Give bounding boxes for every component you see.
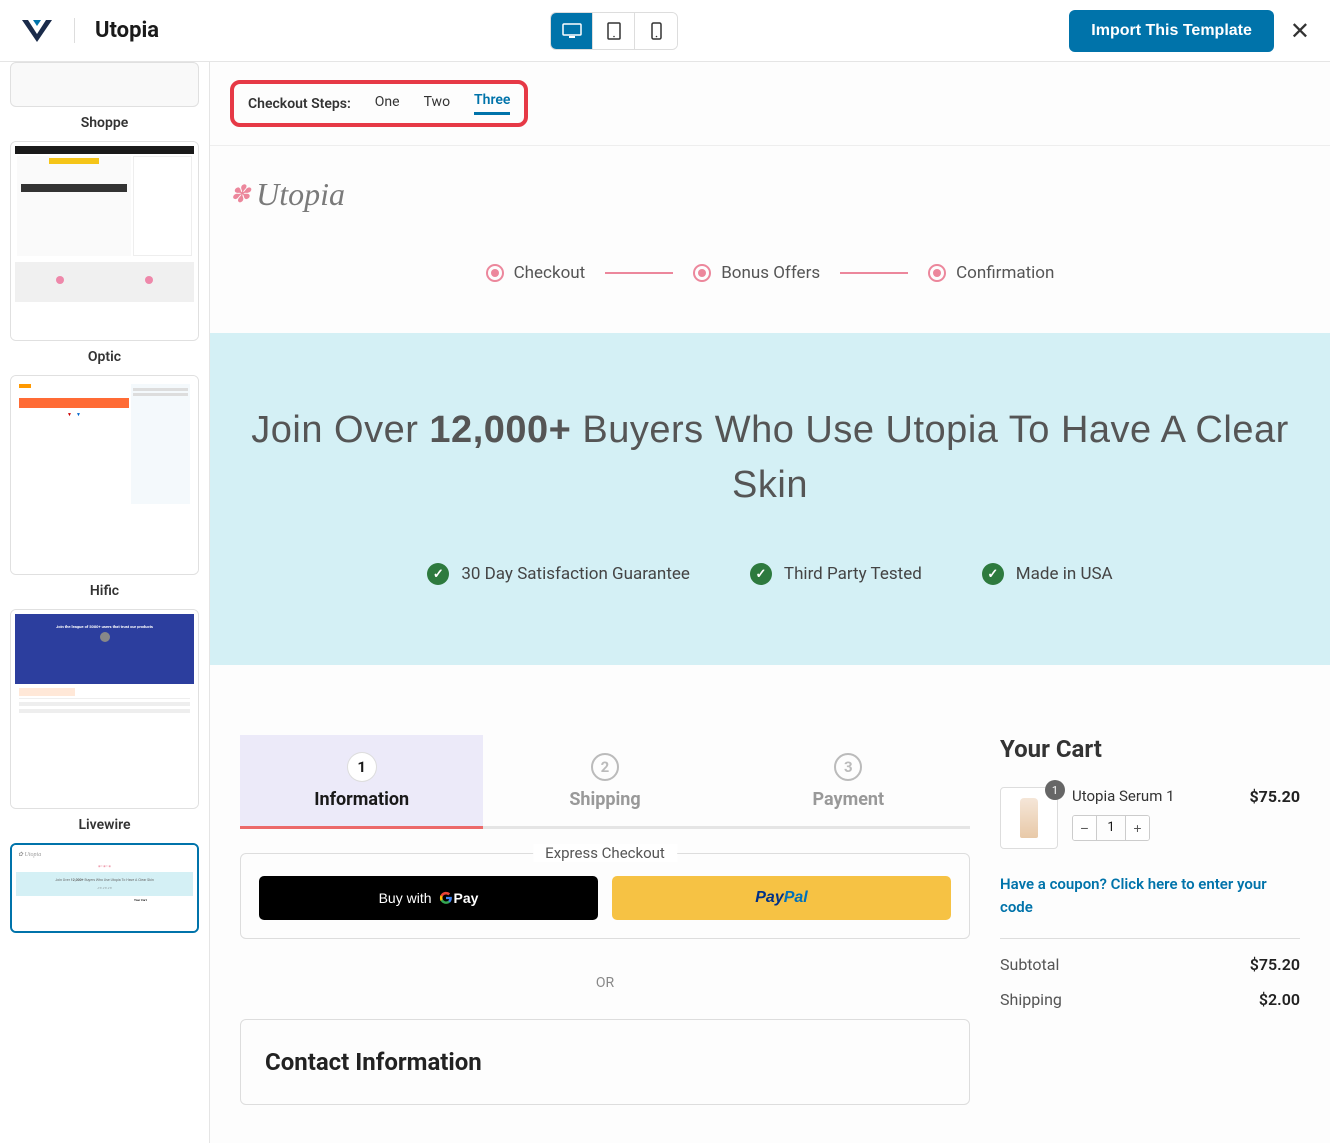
checkout-steps-highlight: Checkout Steps: One Two Three — [230, 80, 528, 127]
cart-item-image: 1 — [1000, 787, 1058, 849]
radio-icon — [693, 264, 711, 282]
checkout-form: 1 Information 2 Shipping 3 Payment — [240, 735, 970, 1105]
contact-info-box: Contact Information — [240, 1019, 970, 1105]
gpay-icon: Pay — [439, 890, 479, 906]
contact-title: Contact Information — [265, 1048, 945, 1076]
cart-qty-badge: 1 — [1045, 780, 1065, 800]
progress-steps: Checkout Bonus Offers Confirmation — [210, 223, 1330, 333]
or-divider: OR — [240, 975, 970, 991]
hero-title: Join Over 12,000+ Buyers Who Use Utopia … — [250, 403, 1290, 513]
template-label: Optic — [10, 349, 199, 365]
checkout-section: 1 Information 2 Shipping 3 Payment — [210, 665, 1330, 1105]
badge-guarantee: 30 Day Satisfaction Guarantee — [427, 563, 690, 585]
cart-item-price: $75.20 — [1249, 787, 1300, 849]
templates-sidebar[interactable]: Shoppe Optic ▼▼ Hific Join the league of… — [0, 62, 210, 1143]
device-tablet-button[interactable] — [593, 13, 635, 49]
progress-step-bonus: Bonus Offers — [693, 263, 820, 283]
radio-icon — [486, 264, 504, 282]
gpay-button[interactable]: Buy with Pay — [259, 876, 598, 920]
badge-usa: Made in USA — [982, 563, 1113, 585]
device-mobile-button[interactable] — [635, 13, 677, 49]
step-link-one[interactable]: One — [375, 94, 400, 114]
check-icon — [427, 563, 449, 585]
coupon-link[interactable]: Have a coupon? Click here to enter your … — [1000, 873, 1300, 918]
device-desktop-button[interactable] — [551, 13, 593, 49]
template-label: Livewire — [10, 817, 199, 833]
brand-header: ✽ Utopia — [210, 146, 1330, 223]
device-switcher — [550, 12, 678, 50]
brand-logo: ✽ Utopia — [230, 176, 1310, 213]
paypal-button[interactable]: PayPal — [612, 876, 951, 920]
cart-sidebar: Your Cart 1 Utopia Serum 1 − 1 + — [1000, 735, 1300, 1105]
tab-shipping[interactable]: 2 Shipping — [483, 735, 726, 826]
radio-icon — [928, 264, 946, 282]
cart-item-name: Utopia Serum 1 — [1072, 787, 1235, 805]
paypal-icon: PayPal — [755, 889, 807, 907]
cart-shipping-row: Shipping $2.00 — [1000, 990, 1300, 1009]
header-left: Utopia — [20, 14, 159, 48]
progress-line — [605, 272, 673, 274]
badge-tested: Third Party Tested — [750, 563, 922, 585]
flower-icon: ✽ — [230, 180, 250, 209]
hero-badges: 30 Day Satisfaction Guarantee Third Part… — [250, 563, 1290, 585]
steps-nav-label: Checkout Steps: — [248, 96, 351, 112]
template-label: Shoppe — [10, 115, 199, 131]
progress-line — [840, 272, 908, 274]
template-label: Hific — [10, 583, 199, 599]
divider — [1000, 938, 1300, 939]
check-icon — [982, 563, 1004, 585]
hero-section: Join Over 12,000+ Buyers Who Use Utopia … — [210, 333, 1330, 665]
template-card-shoppe[interactable]: Shoppe — [10, 62, 199, 131]
quantity-stepper: − 1 + — [1072, 815, 1150, 841]
main-layout: Shoppe Optic ▼▼ Hific Join the league of… — [0, 62, 1330, 1143]
app-logo[interactable] — [20, 14, 54, 48]
form-tabs: 1 Information 2 Shipping 3 Payment — [240, 735, 970, 829]
qty-increase-button[interactable]: + — [1125, 816, 1149, 840]
cart-subtotal-row: Subtotal $75.20 — [1000, 955, 1300, 974]
top-header: Utopia Import This Template ✕ — [0, 0, 1330, 62]
progress-step-confirmation: Confirmation — [928, 263, 1054, 283]
tab-payment[interactable]: 3 Payment — [727, 735, 970, 826]
template-card-livewire[interactable]: Join the league of 5000+ users that trus… — [10, 609, 199, 833]
preview-content: ✽ Utopia Checkout Bonus Offers — [210, 146, 1330, 1105]
step-link-two[interactable]: Two — [424, 94, 450, 114]
step-link-three[interactable]: Three — [474, 92, 510, 115]
template-name: Utopia — [74, 18, 159, 43]
progress-step-checkout: Checkout — [486, 263, 586, 283]
cart-item: 1 Utopia Serum 1 − 1 + $75.20 — [1000, 787, 1300, 849]
tab-information[interactable]: 1 Information — [240, 735, 483, 829]
express-checkout-box: Express Checkout Buy with Pay PayPal — [240, 853, 970, 939]
template-card-optic[interactable]: Optic — [10, 141, 199, 365]
template-card-hific[interactable]: ▼▼ Hific — [10, 375, 199, 599]
brand-name-text: Utopia — [256, 176, 345, 213]
express-title: Express Checkout — [533, 844, 677, 862]
header-right: Import This Template ✕ — [1069, 10, 1310, 52]
preview-area[interactable]: Checkout Steps: One Two Three ✽ Utopia C… — [210, 62, 1330, 1143]
template-card-utopia-selected[interactable]: ✿ Utopia◉━ ◉━ ◉Join Over 12,000+ Buyers … — [10, 843, 199, 933]
checkout-steps-nav: Checkout Steps: One Two Three — [210, 62, 1330, 146]
import-template-button[interactable]: Import This Template — [1069, 10, 1274, 52]
qty-value: 1 — [1097, 816, 1125, 840]
check-icon — [750, 563, 772, 585]
cart-title: Your Cart — [1000, 735, 1300, 763]
close-icon[interactable]: ✕ — [1290, 17, 1310, 45]
qty-decrease-button[interactable]: − — [1073, 816, 1097, 840]
